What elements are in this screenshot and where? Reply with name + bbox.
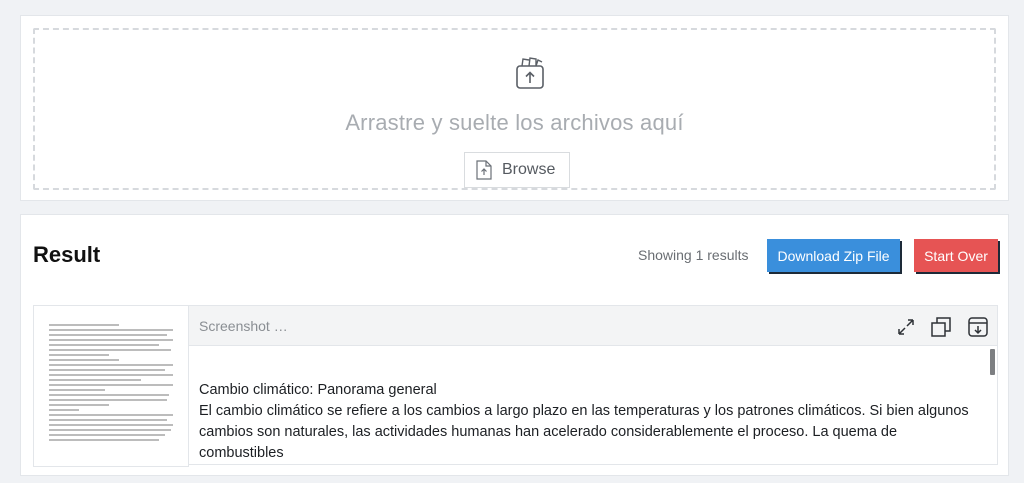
thumbnail-text-line: [49, 434, 165, 436]
thumbnail-text-line: [49, 354, 109, 356]
preview-heading: Cambio climático: Panorama general: [199, 382, 437, 398]
file-upload-icon: [476, 160, 492, 180]
download-icon[interactable]: [967, 316, 989, 338]
preview-header: Screenshot …: [189, 306, 997, 346]
thumbnail-text-line: [49, 324, 119, 326]
thumbnail-text-line: [49, 374, 173, 376]
thumbnail-text-line: [49, 334, 167, 336]
thumbnail-text-line: [49, 359, 119, 361]
thumbnail-text-line: [49, 424, 173, 426]
thumbnail-text-line: [49, 409, 79, 411]
thumbnail-text-line: [49, 349, 171, 351]
thumbnail-text-line: [49, 384, 173, 386]
thumbnail-text-line: [49, 379, 141, 381]
drop-instructions: Arrastre y suelte los archivos aquí: [345, 110, 684, 135]
preview-text: Cambio climático: Panorama general El ca…: [189, 347, 997, 464]
text-preview: Screenshot … Cambio climático: Panorama …: [188, 305, 998, 465]
thumbnail-text-line: [49, 329, 173, 331]
thumbnail-text-line: [49, 399, 167, 401]
results-count: Showing 1 results: [638, 247, 749, 263]
browse-button[interactable]: Browse: [464, 152, 570, 188]
preview-paragraph: El cambio climático se refiere a los cam…: [199, 403, 969, 461]
thumbnail-text-line: [49, 419, 167, 421]
thumbnail-text-line: [49, 414, 173, 416]
expand-icon[interactable]: [895, 316, 917, 338]
thumbnail-text-line: [49, 364, 173, 366]
thumbnail-text-line: [49, 339, 173, 341]
thumbnail-text-line: [49, 394, 169, 396]
thumbnail-text-line: [49, 429, 171, 431]
copy-icon[interactable]: [930, 316, 952, 338]
upload-box-icon: [516, 57, 544, 89]
preview-scrollbar[interactable]: [990, 349, 995, 375]
thumbnail-page: [49, 321, 173, 445]
download-zip-button[interactable]: Download Zip File: [767, 239, 900, 272]
result-panel: Result Showing 1 results Download Zip Fi…: [20, 214, 1009, 476]
result-title: Result: [33, 242, 101, 267]
thumbnail-text-line: [49, 439, 159, 441]
file-dropzone[interactable]: Arrastre y suelte los archivos aquí Brow…: [33, 28, 996, 190]
thumbnail-text-line: [49, 369, 165, 371]
thumbnail-text-line: [49, 389, 105, 391]
start-over-button[interactable]: Start Over: [914, 239, 998, 272]
result-thumbnail[interactable]: [33, 305, 189, 467]
browse-label: Browse: [502, 161, 556, 178]
preview-label: Screenshot …: [199, 318, 288, 334]
thumbnail-text-line: [49, 404, 109, 406]
thumbnail-text-line: [49, 344, 159, 346]
upload-panel: Arrastre y suelte los archivos aquí Brow…: [20, 15, 1009, 201]
